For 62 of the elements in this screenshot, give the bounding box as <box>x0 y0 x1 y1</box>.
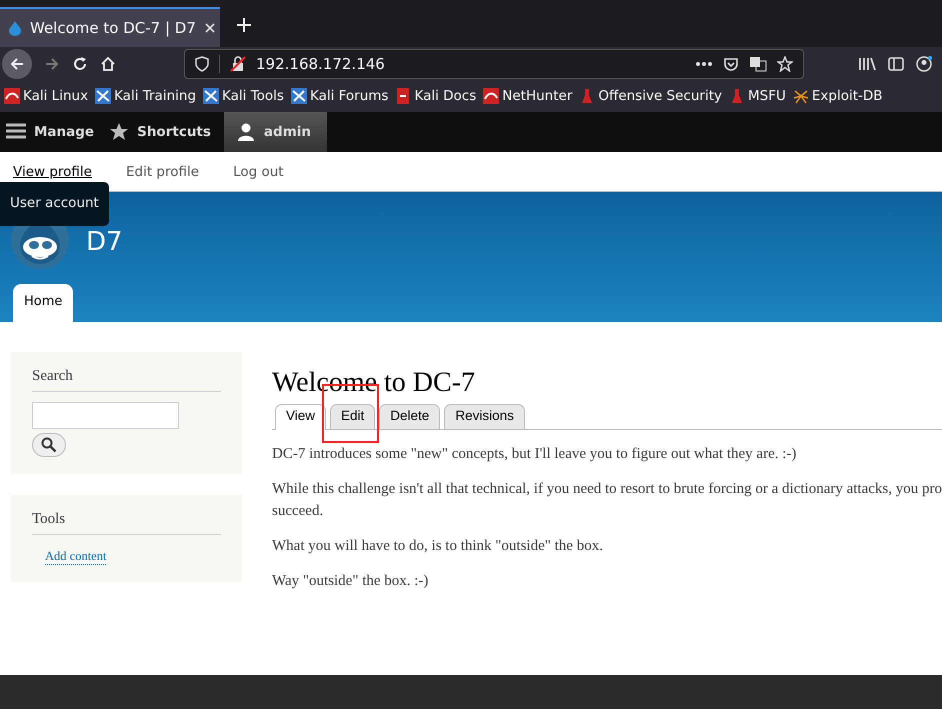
bookmark-icon <box>290 88 307 104</box>
paragraph-line: succeed. <box>272 502 324 521</box>
reload-icon[interactable] <box>72 56 88 72</box>
bookmark-icon <box>4 88 20 104</box>
shield-icon <box>195 56 209 72</box>
paragraph-line: Way "outside" the box. :-) <box>272 572 430 591</box>
block-title: Tools <box>32 511 221 535</box>
bookmark[interactable]: NetHunter <box>483 88 572 104</box>
bookmark[interactable]: Kali Training <box>95 88 196 104</box>
back-button[interactable] <box>2 48 32 78</box>
arrow-left-icon <box>9 56 25 72</box>
block-title: Search <box>32 368 221 392</box>
url-text: 192.168.172.146 <box>256 54 385 72</box>
nav-tab[interactable]: Home <box>13 284 74 322</box>
bookmark[interactable]: MSFU <box>729 88 786 104</box>
address-bar[interactable]: 192.168.172.146 <box>184 48 804 78</box>
content-tab[interactable]: View <box>275 404 326 430</box>
paragraph-line: What you will have to do, is to think "outside" the box. <box>272 537 604 556</box>
site-name[interactable]: D7 <box>86 227 123 257</box>
content-tab[interactable]: Revisions <box>444 404 525 429</box>
spider-icon <box>792 88 809 104</box>
bookmark[interactable]: Kali Docs <box>395 88 476 104</box>
tray-link[interactable]: Log out <box>233 164 284 180</box>
tray-link[interactable]: View profile <box>13 164 92 180</box>
search-field[interactable] <box>32 402 179 429</box>
more-icon[interactable] <box>695 60 713 66</box>
home-icon[interactable] <box>100 56 116 72</box>
bookmark-icon <box>483 88 500 104</box>
paragraph-line: DC-7 introduces some "new" concepts, but I'll leave you to figure out what they are. :-) <box>272 445 798 464</box>
bookmark[interactable]: Kali Forums <box>290 88 388 104</box>
search-icon <box>41 437 57 453</box>
paragraph-line: While this challenge isn't all that technical, if you need to resort to brute forcing or a dictionary attacks, you pro <box>272 480 942 499</box>
flask-icon <box>729 88 745 104</box>
bookmark[interactable]: Kali Tools <box>203 88 284 104</box>
tooltip: User account <box>0 182 109 226</box>
lock-icon <box>230 56 246 72</box>
bookmark-icon <box>95 88 112 104</box>
browser-tab[interactable]: Welcome to DC-7 | D7 <box>0 7 220 47</box>
bookmark-icon <box>203 88 220 104</box>
block-link[interactable]: Add content <box>45 549 106 565</box>
toolbar-tab[interactable]: admin <box>224 112 328 152</box>
pocket-icon[interactable] <box>723 56 739 72</box>
content-tab[interactable]: Delete <box>379 404 440 429</box>
star-icon <box>109 122 130 142</box>
library-icon[interactable] <box>858 56 876 72</box>
account-icon[interactable] <box>916 56 932 72</box>
toolbar-tab[interactable]: Manage <box>4 112 108 152</box>
drop-icon <box>8 20 22 36</box>
bookmark[interactable]: Kali Linux <box>4 88 88 104</box>
arrow-right-icon[interactable] <box>44 56 60 72</box>
close-icon[interactable] <box>204 22 216 34</box>
sidebar-icon[interactable] <box>888 56 904 72</box>
toolbar-tab[interactable]: Shortcuts <box>107 112 224 152</box>
search-button[interactable] <box>32 433 66 457</box>
bookmark[interactable]: Offensive Security <box>579 88 722 104</box>
bookmark-icon <box>395 88 412 104</box>
bookmark[interactable]: Exploit-DB <box>792 88 883 104</box>
user-icon <box>236 122 256 142</box>
content-tab[interactable]: Edit <box>330 404 376 429</box>
star-icon[interactable] <box>777 56 793 72</box>
plus-icon[interactable] <box>236 17 252 33</box>
tray-link[interactable]: Edit profile <box>126 164 200 180</box>
